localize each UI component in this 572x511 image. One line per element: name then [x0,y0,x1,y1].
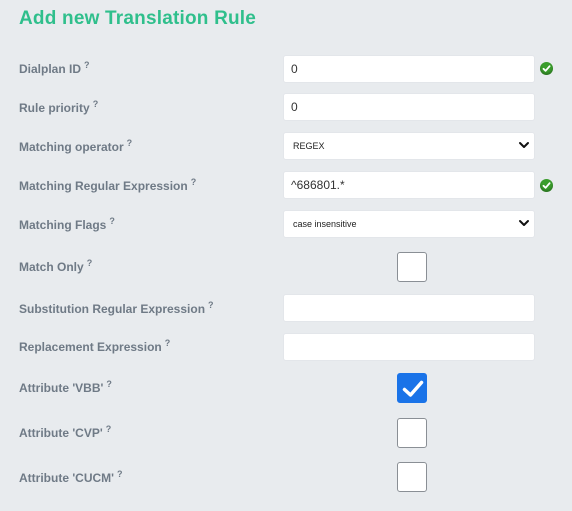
dialplan-id-value: 0 [291,62,298,76]
matching-regex-label-text: Matching Regular Expression [19,179,188,193]
attribute-cvp-checkbox[interactable] [397,418,427,448]
matching-flags-label-text: Matching Flags [19,218,107,232]
attribute-cucm-label: Attribute 'CUCM'? [19,469,123,485]
rule-priority-value: 0 [291,100,298,114]
dialplan-id-input[interactable]: 0 [283,55,535,83]
matching-regex-valid-icon [540,179,553,192]
checkmark-icon [402,380,424,397]
replacement-expression-input[interactable] [283,333,535,361]
matching-flags-label: Matching Flags? [19,216,115,232]
replacement-expression-label-text: Replacement Expression [19,340,162,354]
rule-priority-label-text: Rule priority [19,101,90,115]
matching-operator-value: REGEX [293,141,325,151]
replacement-expression-label: Replacement Expression? [19,338,171,354]
rule-priority-input[interactable]: 0 [283,93,535,121]
match-only-label-text: Match Only [19,260,84,274]
dialplan-id-help-mark[interactable]: ? [84,60,90,70]
substitution-regex-input[interactable] [283,294,535,322]
attribute-cucm-label-text: Attribute 'CUCM' [19,471,115,485]
attribute-cvp-label-text: Attribute 'CVP' [19,426,103,440]
attribute-cvp-help-mark[interactable]: ? [106,424,112,434]
rule-priority-label: Rule priority? [19,99,99,115]
matching-regex-label: Matching Regular Expression? [19,177,197,193]
matching-operator-label-text: Matching operator [19,140,124,154]
matching-regex-help-mark[interactable]: ? [191,177,197,187]
attribute-vbb-checkbox[interactable] [397,373,427,403]
dialplan-id-valid-icon [540,62,553,75]
matching-operator-help-mark[interactable]: ? [127,138,133,148]
matching-operator-select[interactable]: REGEX [283,132,535,160]
chevron-down-icon [519,142,529,148]
match-only-checkbox[interactable] [397,252,427,282]
matching-flags-value: case insensitive [293,219,357,229]
attribute-cucm-help-mark[interactable]: ? [117,469,123,479]
attribute-vbb-label: Attribute 'VBB'? [19,379,112,395]
substitution-regex-label-text: Substitution Regular Expression [19,302,206,316]
attribute-cucm-checkbox[interactable] [397,462,427,492]
matching-regex-input[interactable]: ^686801.* [283,171,535,199]
page-title: Add new Translation Rule [19,8,257,29]
matching-flags-help-mark[interactable]: ? [109,216,115,226]
attribute-vbb-help-mark[interactable]: ? [106,379,112,389]
replacement-expression-help-mark[interactable]: ? [165,338,171,348]
dialplan-id-label-text: Dialplan ID [19,62,82,76]
substitution-regex-help-mark[interactable]: ? [208,300,214,310]
match-only-label: Match Only? [19,258,93,274]
matching-operator-label: Matching operator? [19,138,133,154]
attribute-vbb-label-text: Attribute 'VBB' [19,381,104,395]
matching-flags-select[interactable]: case insensitive [283,210,535,238]
chevron-down-icon [519,220,529,226]
match-only-help-mark[interactable]: ? [87,258,93,268]
dialplan-id-label: Dialplan ID? [19,60,90,76]
rule-priority-help-mark[interactable]: ? [93,99,99,109]
attribute-cvp-label: Attribute 'CVP'? [19,424,112,440]
substitution-regex-label: Substitution Regular Expression? [19,300,214,316]
matching-regex-value: ^686801.* [291,178,345,192]
